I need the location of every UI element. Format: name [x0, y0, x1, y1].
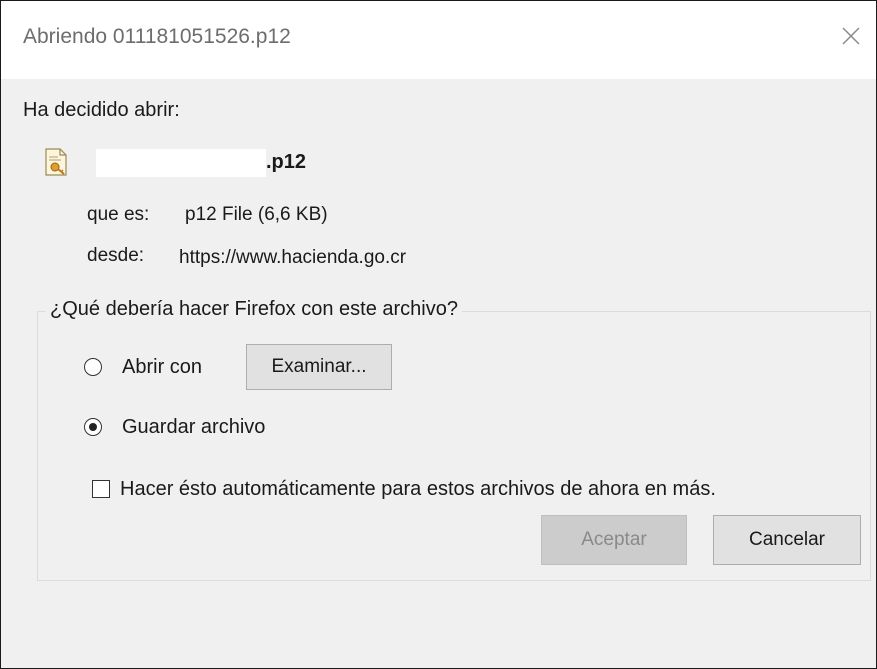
title-bar: Abriendo 011181051526.p12 — [1, 1, 876, 79]
cancel-button[interactable]: Cancelar — [713, 515, 861, 565]
certificate-file-icon — [43, 147, 69, 177]
open-file-dialog: Abriendo 011181051526.p12 Ha decidido ab… — [0, 0, 877, 669]
auto-action-label[interactable]: Hacer ésto automáticamente para estos ar… — [120, 478, 716, 501]
type-value: p12 File (6,6 KB) — [185, 204, 328, 225]
close-icon — [842, 27, 860, 45]
from-value: https://www.hacienda.go.cr — [179, 247, 407, 268]
dialog-title: Abriendo 011181051526.p12 — [23, 25, 291, 48]
from-label: desde: — [87, 245, 145, 266]
file-name: .p12 — [266, 151, 307, 173]
browse-button[interactable]: Examinar... — [246, 344, 392, 390]
auto-action-checkbox[interactable] — [92, 480, 110, 498]
save-file-label[interactable]: Guardar archivo — [122, 416, 265, 439]
open-with-radio[interactable] — [84, 358, 102, 376]
open-with-label[interactable]: Abrir con — [122, 356, 202, 379]
close-button[interactable] — [836, 21, 866, 51]
save-file-radio[interactable] — [84, 418, 102, 436]
accept-button[interactable]: Aceptar — [541, 515, 687, 565]
action-group-legend: ¿Qué debería hacer Firefox con este arch… — [46, 298, 462, 321]
open-heading: Ha decidido abrir: — [23, 99, 180, 121]
type-label: que es: — [87, 204, 150, 225]
redacted-file-name — [96, 149, 266, 177]
